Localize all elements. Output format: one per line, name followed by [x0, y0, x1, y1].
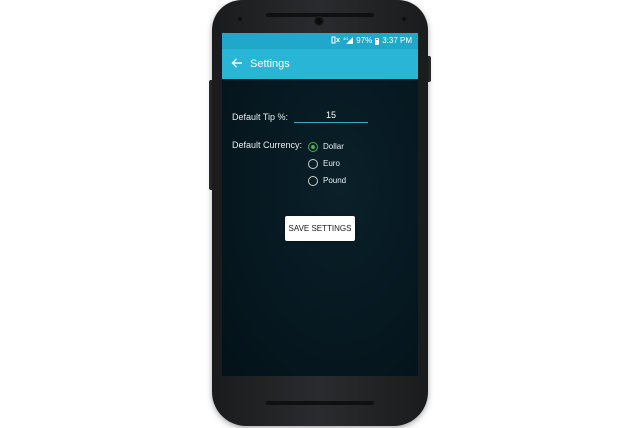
device-mockup: 4G 97% 3:37 PM Settings Default Tip %: D… — [0, 0, 640, 428]
back-arrow-icon[interactable] — [231, 57, 243, 69]
signal-icon: 4G — [343, 36, 354, 47]
save-settings-button[interactable]: SAVE SETTINGS — [285, 216, 355, 241]
radio-dollar[interactable]: Dollar — [308, 140, 344, 154]
app-bar: Settings — [222, 49, 418, 79]
radio-button[interactable] — [308, 176, 318, 186]
mute-icon — [331, 36, 341, 47]
svg-text:4G: 4G — [343, 36, 348, 41]
sensor-dot — [402, 17, 406, 21]
battery-percent: 97% — [356, 36, 373, 45]
phone-screen: 4G 97% 3:37 PM Settings Default Tip %: D… — [222, 33, 418, 376]
bottom-speaker — [266, 401, 374, 405]
status-icons: 4G 97% 3:37 PM — [331, 36, 412, 46]
radio-label-euro: Euro — [323, 159, 340, 168]
front-camera — [314, 16, 324, 26]
battery-icon — [375, 37, 380, 45]
page-title: Settings — [250, 58, 290, 70]
currency-label: Default Currency: — [232, 140, 303, 150]
radio-pound[interactable]: Pound — [308, 174, 346, 188]
sensor-dot — [238, 17, 242, 21]
tip-label: Default Tip %: — [232, 112, 289, 122]
radio-label-dollar: Dollar — [323, 142, 344, 151]
tip-input[interactable] — [294, 107, 368, 123]
radio-label-pound: Pound — [323, 176, 347, 185]
status-bar: 4G 97% 3:37 PM — [222, 33, 418, 49]
radio-button-checked[interactable] — [308, 142, 318, 152]
radio-euro[interactable]: Euro — [308, 157, 340, 171]
status-time: 3:37 PM — [382, 36, 412, 45]
radio-button[interactable] — [308, 159, 318, 169]
